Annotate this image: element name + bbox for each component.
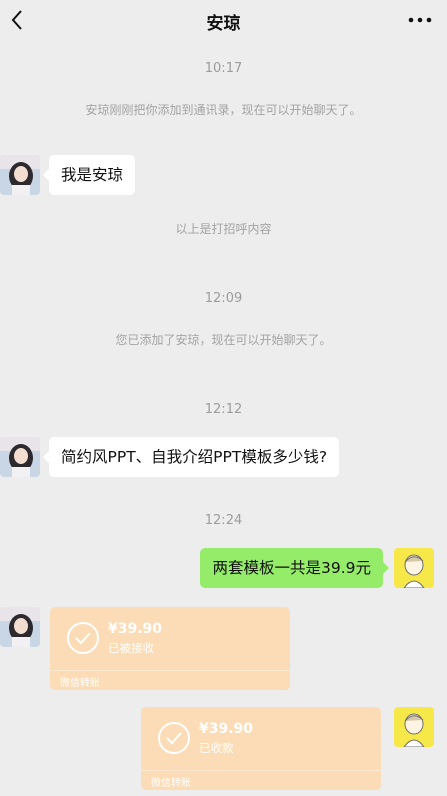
self-avatar[interactable] [394,548,434,588]
message-bubble-sent[interactable]: 两套模板一共是39.9元 [200,548,389,588]
transfer-card[interactable]: ¥39.90 已收款 微信转账 [141,707,381,790]
timestamp: 12:09 [204,291,243,306]
timestamp: 12:12 [204,402,243,417]
transfer-status: 已收款 [199,741,234,755]
message-bubble-received[interactable]: 我是安琼 [42,155,136,195]
contact-avatar[interactable] [0,437,40,477]
message-bubble-received[interactable]: 简约风PPT、自我介绍PPT模板多少钱? [42,437,340,477]
self-avatar[interactable] [394,707,434,747]
timestamp: 10:17 [204,61,243,76]
transfer-amount: ¥39.90 [108,621,163,637]
contact-avatar[interactable] [0,607,40,647]
transfer-label: 微信转账 [60,678,100,689]
contact-avatar[interactable] [0,155,40,195]
transfer-label: 微信转账 [151,778,191,789]
chat-title: 安琼 [206,14,241,34]
more-dots-icon[interactable] [407,8,433,32]
transfer-amount: ¥39.90 [199,721,254,737]
transfer-status: 已被接收 [108,641,154,655]
check-circle-icon [158,722,190,754]
transfer-card[interactable]: ¥39.90 已被接收 微信转账 [50,607,290,690]
nav-bar: 安琼 [0,0,447,40]
system-message: 安琼刚刚把你添加到通讯录，现在可以开始聊天了。 [85,103,362,117]
transfer-footer: 微信转账 [141,770,381,790]
system-message: 您已添加了安琼，现在可以开始聊天了。 [115,333,332,347]
timestamp: 12:24 [204,513,243,528]
transfer-footer: 微信转账 [50,670,290,690]
check-circle-icon [67,622,99,654]
system-message: 以上是打招呼内容 [175,222,272,236]
